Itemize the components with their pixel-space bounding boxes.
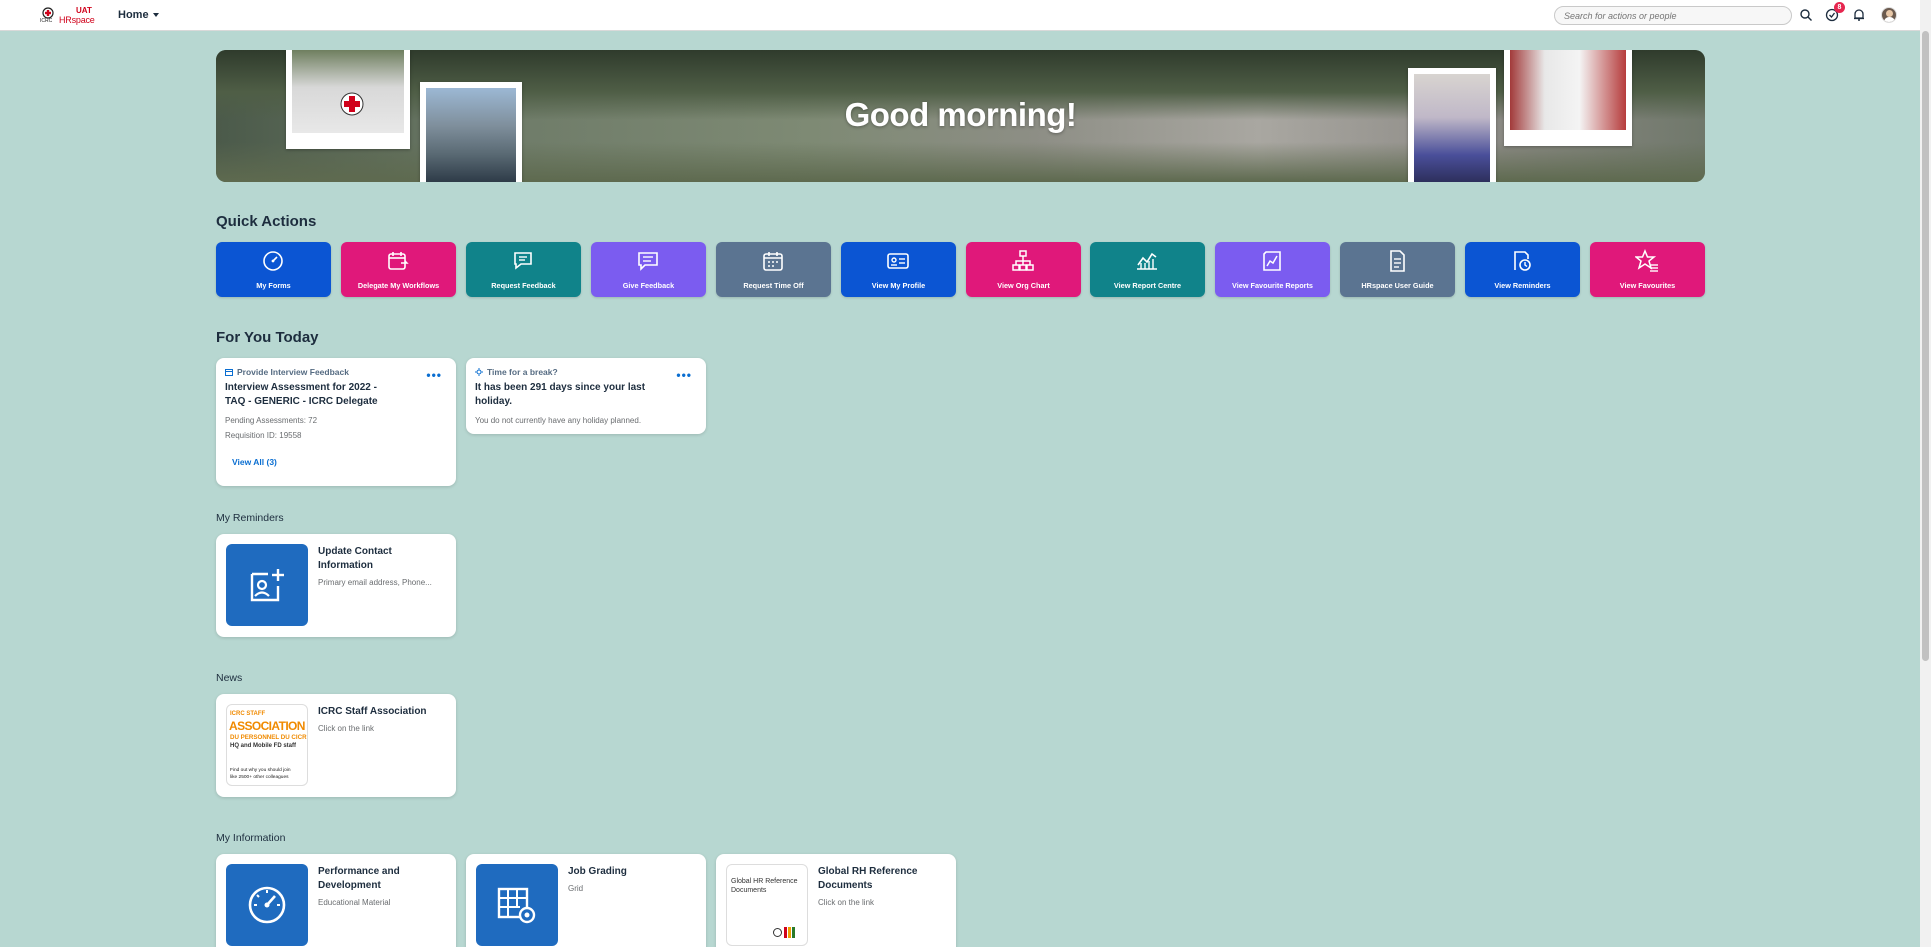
tile-subtitle: Click on the link — [318, 724, 375, 733]
news-title: News — [216, 672, 243, 684]
quick-action-label: View Reminders — [1494, 281, 1551, 290]
tile-title: Update Contact Information — [318, 546, 392, 571]
tile-title: ICRC Staff Association — [318, 706, 427, 717]
tile-subtitle: Educational Material — [318, 898, 391, 907]
logos-icon — [773, 927, 797, 939]
sun-small-icon — [475, 368, 483, 376]
quick-action-view-profile[interactable]: View My Profile — [841, 242, 956, 297]
gauge-icon — [248, 886, 286, 924]
star-list-icon — [1635, 249, 1658, 272]
calendar-icon — [763, 252, 783, 271]
pending-assessments: Pending Assessments: 72 — [225, 416, 318, 425]
logo-org-text: ICRC — [40, 18, 53, 24]
quick-action-give-feedback[interactable]: Give Feedback — [591, 242, 706, 297]
quick-action-view-favourites[interactable]: View Favourites — [1590, 242, 1705, 297]
requisition-id: Requisition ID: 19558 — [225, 431, 302, 440]
card-title: It has been 291 days since your last hol… — [475, 382, 646, 407]
quick-action-my-forms[interactable]: My Forms — [216, 242, 331, 297]
more-options-icon[interactable]: ••• — [426, 368, 442, 382]
contact-add-icon — [250, 569, 284, 602]
tile-title: Global RH Reference Documents — [818, 866, 918, 891]
search-icon[interactable] — [1799, 8, 1813, 22]
quick-action-label: HRspace User Guide — [1361, 281, 1434, 290]
home-menu-label: Home — [118, 9, 149, 21]
line-chart-icon — [1137, 252, 1157, 270]
user-avatar[interactable] — [1881, 7, 1897, 23]
quick-action-favourite-reports[interactable]: View Favourite Reports — [1215, 242, 1330, 297]
tile-title: Job Grading — [568, 866, 627, 877]
tile-subtitle: Primary email address, Phone... — [318, 578, 432, 587]
top-bar: ICRC UAT HRspace Home 8 — [0, 0, 1920, 31]
chevron-down-icon — [152, 13, 159, 18]
chat-request-icon — [514, 252, 532, 270]
notification-badge: 8 — [1834, 2, 1845, 13]
quick-actions-title: Quick Actions — [216, 213, 317, 230]
welcome-banner: Good morning! — [216, 50, 1705, 182]
interview-feedback-card[interactable]: Provide Interview Feedback ••• Interview… — [216, 358, 456, 486]
page-scrollbar[interactable] — [1920, 0, 1931, 947]
for-you-today-title: For You Today — [216, 329, 319, 346]
card-kicker: Time for a break? — [487, 367, 558, 377]
quick-action-org-chart[interactable]: View Org Chart — [966, 242, 1081, 297]
document-icon — [1390, 250, 1405, 272]
my-information-title: My Information — [216, 832, 286, 844]
greeting-text: Good morning! — [844, 96, 1077, 133]
home-menu-button[interactable]: Home — [118, 9, 159, 21]
calendar-delegate-icon — [388, 252, 409, 270]
id-card-icon — [887, 253, 909, 269]
bell-icon[interactable] — [1852, 8, 1866, 22]
tile-subtitle: Grid — [568, 884, 584, 893]
holiday-card[interactable]: Time for a break? ••• It has been 291 da… — [466, 358, 706, 434]
quick-action-label: View My Profile — [871, 281, 926, 290]
quick-action-label: View Report Centre — [1113, 281, 1182, 290]
quick-action-request-time-off[interactable]: Request Time Off — [716, 242, 831, 297]
card-kicker: Provide Interview Feedback — [237, 367, 349, 377]
quick-action-label: View Org Chart — [997, 281, 1050, 290]
card-title: Interview Assessment for 2022 - TAQ - GE… — [225, 382, 378, 407]
quick-action-report-centre[interactable]: View Report Centre — [1090, 242, 1205, 297]
quick-action-label: Request Time Off — [743, 281, 804, 290]
holiday-status: You do not currently have any holiday pl… — [475, 416, 642, 425]
quick-action-label: Request Feedback — [491, 281, 556, 290]
quick-action-label: My Forms — [256, 281, 291, 290]
reminder-icon — [1514, 251, 1531, 271]
view-all-link[interactable]: View All (3) — [232, 457, 277, 467]
tile-subtitle: Click on the link — [818, 898, 875, 907]
hrspace-logo[interactable]: ICRC UAT HRspace — [38, 5, 95, 27]
info-tile-global-rh-docs[interactable]: Global HR Reference Documents Global RH … — [716, 854, 956, 947]
staff-association-thumbnail: ICRC STAFF ASSOCIATION DU PERSONNEL DU C… — [226, 704, 308, 786]
quick-action-label: View Favourites — [1619, 281, 1676, 290]
reminder-tile-contact-info[interactable]: Update Contact Information Primary email… — [216, 534, 456, 637]
quick-action-delegate-workflows[interactable]: Delegate My Workflows — [341, 242, 456, 297]
info-tile-job-grading[interactable]: Job Grading Grid — [466, 854, 706, 947]
chat-give-icon — [638, 252, 658, 271]
search-input[interactable] — [1554, 6, 1792, 25]
quick-action-label: View Favourite Reports — [1232, 281, 1313, 290]
quick-action-user-guide[interactable]: HRspace User Guide — [1340, 242, 1455, 297]
calendar-small-icon — [225, 369, 233, 376]
info-tile-performance[interactable]: Performance and Development Educational … — [216, 854, 456, 947]
quick-action-view-reminders[interactable]: View Reminders — [1465, 242, 1580, 297]
quick-action-request-feedback[interactable]: Request Feedback — [466, 242, 581, 297]
more-options-icon[interactable]: ••• — [676, 368, 692, 382]
quick-action-label: Give Feedback — [622, 281, 675, 290]
org-chart-icon — [1012, 250, 1034, 271]
quick-action-label: Delegate My Workflows — [357, 281, 440, 290]
gauge-icon — [263, 251, 283, 271]
my-reminders-title: My Reminders — [216, 512, 284, 524]
tile-title: Performance and Development — [318, 866, 400, 891]
global-hr-docs-thumbnail: Global HR Reference Documents — [726, 864, 808, 946]
app-name: HRspace — [59, 15, 95, 25]
scrollbar-thumb[interactable] — [1922, 31, 1929, 661]
news-tile-staff-association[interactable]: ICRC STAFF ASSOCIATION DU PERSONNEL DU C… — [216, 694, 456, 797]
grid-settings-icon — [497, 887, 536, 924]
env-label: UAT — [76, 6, 92, 15]
report-icon — [1263, 251, 1281, 271]
